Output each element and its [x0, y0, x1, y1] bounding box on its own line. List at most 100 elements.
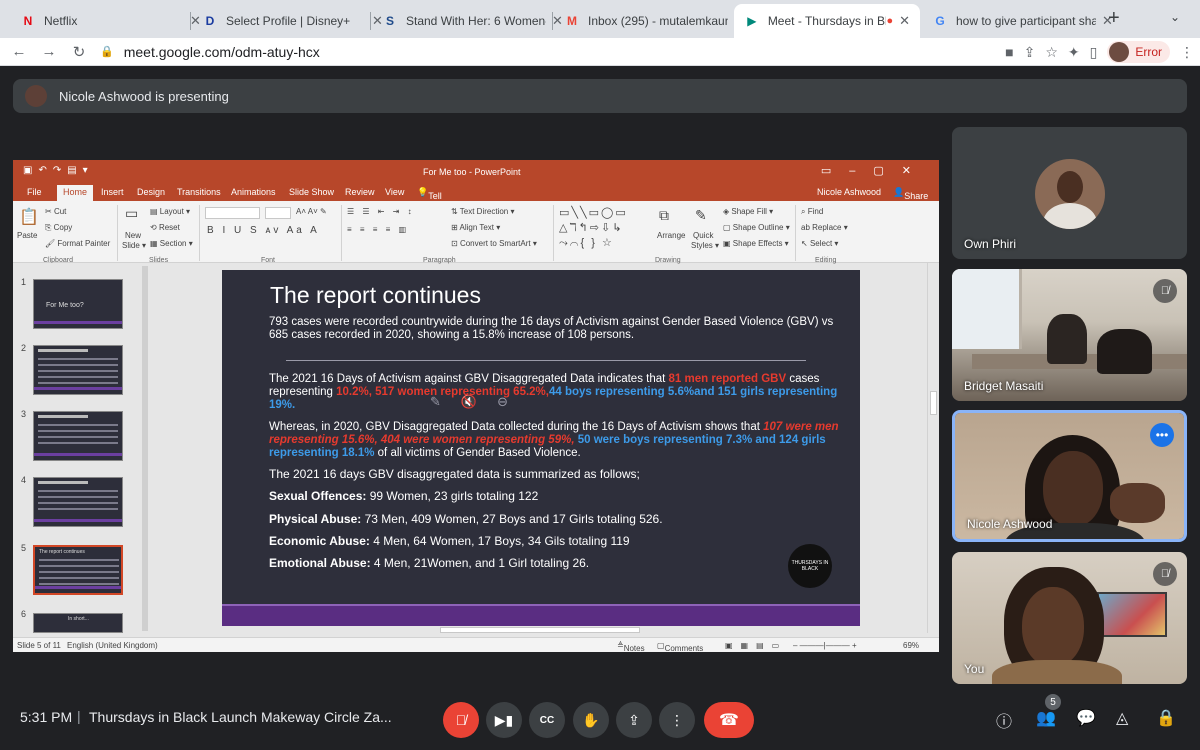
section-button[interactable]: ▦ Section ▾ — [150, 239, 193, 248]
new-slide-label-2[interactable]: Slide ▾ — [122, 241, 146, 250]
camera-icon[interactable]: ■ — [1005, 44, 1013, 60]
menu-home[interactable]: Home — [57, 185, 94, 201]
zoom-slider[interactable]: – ———|——— + — [793, 641, 857, 650]
slide-thumbnail-3[interactable] — [33, 411, 123, 461]
menu-review[interactable]: Review — [345, 187, 375, 197]
reload-icon[interactable]: ↻ — [68, 43, 90, 61]
host-controls-icon[interactable]: 🔒 — [1156, 708, 1176, 728]
slide-paragraph-3: Whereas, in 2020, GBV Disaggregated Data… — [269, 421, 839, 460]
slide-vertical-scrollbar[interactable] — [927, 263, 939, 633]
format-painter-button[interactable]: 🖌 Format Painter — [45, 239, 110, 248]
more-options-button[interactable]: ⋮ — [659, 702, 695, 738]
raise-hand-button[interactable]: ✋ — [573, 702, 609, 738]
cut-button[interactable]: ✂ Cut — [45, 207, 66, 216]
info-icon[interactable]: ⓘ — [996, 708, 1012, 732]
new-slide-button[interactable]: New — [125, 231, 141, 240]
thumbnail-scrollbar[interactable] — [142, 266, 148, 631]
arrange-icon[interactable]: ⧉ — [659, 207, 669, 224]
slide-thumbnail-2[interactable] — [33, 345, 123, 395]
menu-view[interactable]: View — [385, 187, 404, 197]
slide-counter: Slide 5 of 11 — [17, 641, 61, 650]
share-icon[interactable]: ⇪ — [1024, 44, 1036, 61]
profile-button[interactable]: Error — [1107, 41, 1170, 63]
present-button[interactable]: ⇪ — [616, 702, 652, 738]
shapes-gallery-3[interactable]: ⤳⌒{ } ☆ — [559, 236, 614, 250]
layout-button[interactable]: ▤ Layout ▾ — [150, 207, 190, 216]
slide-thumbnail-4[interactable] — [33, 477, 123, 527]
align-icons[interactable]: ≡ ≡ ≡ ≡ ▥ — [347, 225, 409, 234]
paste-icon[interactable]: 📋 — [19, 207, 39, 227]
menu-file[interactable]: File — [27, 187, 42, 197]
address-bar[interactable]: 🔒 meet.google.com/odm-atuy-hcx — [100, 44, 320, 60]
select-button[interactable]: ↖ Select ▾ — [801, 239, 838, 248]
tab-google-search[interactable]: G how to give participant sha ✕ — [922, 4, 1123, 38]
captions-button[interactable]: CC — [529, 702, 565, 738]
mic-toggle-button[interactable]: 🎙̸ — [443, 702, 479, 738]
chat-icon[interactable]: 💬 — [1076, 708, 1096, 728]
slide-thumbnail-6[interactable]: In short... — [33, 613, 123, 633]
arrange-button[interactable]: Arrange — [657, 231, 685, 240]
shapes-gallery[interactable]: ▭╲╲▭◯▭ — [559, 206, 628, 219]
tab-netflix[interactable]: N Netflix ✕ — [10, 4, 211, 38]
ppt-share-button[interactable]: 👤 Share — [893, 187, 928, 201]
smartart-button[interactable]: ⊡ Convert to SmartArt ▾ — [451, 239, 537, 248]
font-name-input[interactable] — [205, 207, 260, 219]
shape-fill-button[interactable]: ◈ Shape Fill ▾ — [723, 207, 773, 216]
font-format-icons[interactable]: B I U S ᴀv Aa A — [207, 225, 320, 236]
participant-tile-you[interactable]: 🎙̸ You — [952, 552, 1187, 684]
replace-button[interactable]: ab Replace ▾ — [801, 223, 848, 232]
people-icon[interactable]: 👥 — [1036, 708, 1056, 728]
forward-arrow-icon[interactable]: → — [38, 43, 60, 60]
participant-tile-bridget-masaiti[interactable]: 🎙̸ Bridget Masaiti — [952, 269, 1187, 401]
menu-insert[interactable]: Insert — [101, 187, 124, 197]
slide-thumbnail-5[interactable]: The report continues — [33, 545, 123, 595]
slide-horizontal-scrollbar[interactable] — [150, 626, 927, 635]
view-icons[interactable]: ▣▦▤▭ — [725, 641, 787, 650]
menu-animations[interactable]: Animations — [231, 187, 276, 197]
reset-button[interactable]: ⟲ Reset — [150, 223, 180, 232]
comments-button[interactable]: ▢ Comments — [657, 641, 703, 652]
tab-meet[interactable]: ▶ Meet - Thursdays in Bl ● ✕ — [734, 4, 920, 38]
tell-me-box[interactable]: 💡 Tell me what you want to do... — [417, 187, 447, 261]
align-text-button[interactable]: ⊞ Align Text ▾ — [451, 223, 500, 232]
back-arrow-icon[interactable]: ← — [8, 43, 30, 60]
activities-icon[interactable]: ◬ — [1116, 708, 1128, 728]
styles-button[interactable]: Styles ▾ — [691, 241, 719, 250]
shape-outline-button[interactable]: ▢ Shape Outline ▾ — [723, 223, 790, 232]
shape-effects-button[interactable]: ▣ Shape Effects ▾ — [723, 239, 789, 248]
slide-thumbnail-1[interactable]: For Me too? — [33, 279, 123, 329]
tab-disney[interactable]: D Select Profile | Disney+ ✕ — [192, 4, 393, 38]
new-slide-icon[interactable]: ▭ — [125, 205, 138, 222]
notes-button[interactable]: ≜ Notes — [617, 641, 645, 652]
slide-hover-controls[interactable]: ✎🔇⊖ — [430, 394, 528, 410]
menu-slide-show[interactable]: Slide Show — [289, 187, 334, 197]
zoom-level[interactable]: 69% — [903, 641, 919, 650]
copy-button[interactable]: ⎘ Copy — [45, 223, 72, 233]
sidebar-icon[interactable]: ▯ — [1090, 44, 1098, 61]
list-icons[interactable]: ☰ ☰ ⇤ ⇥ ↕ — [347, 207, 415, 216]
menu-design[interactable]: Design — [137, 187, 165, 197]
tab-stand-with-her[interactable]: S Stand With Her: 6 Women-l ✕ — [372, 4, 573, 38]
quick-styles-button[interactable]: Quick — [693, 231, 713, 240]
text-direction-button[interactable]: ⇅ Text Direction ▾ — [451, 207, 515, 216]
chevron-down-icon[interactable]: ⌄ — [1170, 10, 1180, 24]
shapes-gallery-2[interactable]: △ℸ↰⇨⇩↳ — [559, 221, 623, 234]
more-vert-icon[interactable]: ⋮ — [1180, 44, 1194, 61]
participant-tile-own-phiri[interactable]: Own Phiri — [952, 127, 1187, 259]
extensions-icon[interactable]: ✦ — [1068, 44, 1080, 61]
tab-gmail[interactable]: M Inbox (295) - mutalemkaun ✕ — [554, 4, 755, 38]
slide-paragraph-1: 793 cases were recorded countrywide duri… — [269, 316, 834, 341]
font-size-icons[interactable]: A˄ A˅ ✎ — [296, 207, 327, 216]
paste-button[interactable]: Paste — [17, 231, 37, 240]
quick-styles-icon[interactable]: ✎ — [695, 207, 707, 224]
close-icon[interactable]: ✕ — [899, 13, 910, 29]
camera-toggle-button[interactable]: ▶▮ — [486, 702, 522, 738]
new-tab-button[interactable]: + — [1108, 7, 1120, 30]
find-button[interactable]: ⌕ Find — [801, 207, 823, 217]
leave-call-button[interactable]: ☎ — [704, 702, 754, 738]
font-size-input[interactable] — [265, 207, 291, 219]
star-icon[interactable]: ☆ — [1045, 44, 1058, 61]
more-options-icon[interactable]: ••• — [1150, 423, 1174, 447]
menu-transitions[interactable]: Transitions — [177, 187, 221, 197]
participant-tile-nicole-ashwood[interactable]: ••• Nicole Ashwood — [952, 410, 1187, 542]
